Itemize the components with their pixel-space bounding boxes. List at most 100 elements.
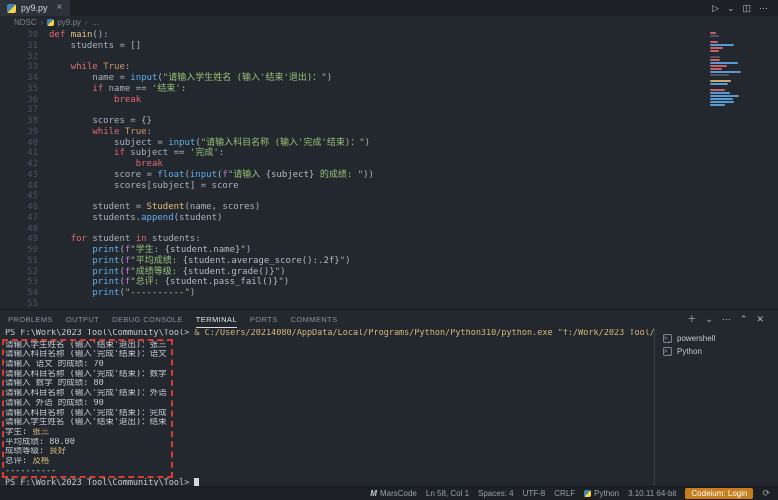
terminal-list-item-powershell[interactable]: >_powershell [663,332,778,345]
panel-more-actions-button[interactable]: ⋯ [722,315,731,324]
line-number: 40 [0,138,38,149]
code-line: print(f"总评: {student.pass_fail()}") [49,277,778,288]
code-line [49,191,778,202]
editor-more-actions-button[interactable]: ⋯ [759,4,768,13]
marscode-item[interactable]: MMarsCode [370,489,417,498]
eol-sequence[interactable]: CRLF [554,489,575,498]
minimap-line [710,68,722,70]
tab-py9[interactable]: py9.py × [0,0,70,16]
code-line: while True: [49,127,778,138]
code-line [49,105,778,116]
code-line [49,224,778,235]
panel-tab-comments[interactable]: COMMENTS [291,310,338,328]
language-mode[interactable]: Python [584,489,619,498]
terminal-profile-dropdown-icon[interactable]: ⌄ [705,315,713,324]
line-number: 55 [0,299,38,309]
minimap-line [710,47,723,49]
terminal-list: >_powershell>_Python [654,328,778,486]
code-line: def main(): [49,30,778,41]
terminal-output-line: 成绩等级: 良好 [5,447,167,457]
tab-bar: py9.py × ▷ ⌄ ◫ ⋯ [0,0,778,16]
status-bar: MMarsCode Ln 58, Col 1 Spaces: 4 UTF-8 CRLF P… [0,486,778,500]
line-number: 31 [0,41,38,52]
breadcrumb: NDSC›py9.py›… [0,16,778,28]
code-line: scores[subject] = score [49,181,778,192]
code-line: name = input("请输入学生姓名 (输入'结束'退出)：") [49,73,778,84]
breadcrumb-item-py9-py[interactable]: py9.py [47,18,81,27]
run-button[interactable]: ▷ [712,4,719,13]
minimap-line [710,98,733,100]
terminal-output-line: 学生: 张三 [5,428,167,438]
terminal-output[interactable]: PS F:\Work\2023 Tool\Community\Tool> & C… [0,328,654,486]
terminal-output-line: 请输入 语文 的成绩: 70 [5,360,167,370]
panel-tab-ports[interactable]: PORTS [250,310,278,328]
terminal-output-line: 请输入学生姓名 (输入'结束'退出)：张三 [5,341,167,351]
indentation[interactable]: Spaces: 4 [478,489,514,498]
panel-tab-output[interactable]: OUTPUT [66,310,99,328]
breadcrumb-item-ndsc[interactable]: NDSC [14,18,37,27]
code-line: subject = input("请输入科目名称 (输入'完成'结束)：") [49,138,778,149]
terminal-icon: >_ [663,347,672,356]
minimap-line [710,50,719,52]
run-dropdown-icon[interactable]: ⌄ [727,4,735,13]
python-file-icon [7,4,16,13]
panel-tab-terminal[interactable]: TERMINAL [196,310,237,328]
breadcrumb-item--[interactable]: … [92,18,100,27]
terminal-cursor [194,478,199,486]
line-number: 54 [0,288,38,299]
breadcrumb-separator: › [41,18,44,27]
minimap-line [710,104,725,106]
minimap-line [710,56,720,58]
breadcrumb-separator: › [85,18,88,27]
code-line: break [49,159,778,170]
terminal-prompt[interactable]: PS F:\Work\2023 Tool\Community\Tool> [5,478,654,486]
minimap-line [710,65,727,67]
line-number: 32 [0,52,38,63]
tab-close-icon[interactable]: × [57,3,63,13]
minimap-line [710,41,718,43]
code-content[interactable]: def main(): students = [] while True: na… [49,30,778,309]
line-number: 48 [0,224,38,235]
terminal-icon: >_ [663,334,672,343]
close-panel-button[interactable]: ✕ [756,315,764,324]
minimap-line [710,44,734,46]
code-line: scores = {} [49,116,778,127]
python-icon [584,490,591,497]
codeium-login-button[interactable]: Codeium: Login [685,488,753,499]
minimap-line [710,59,720,61]
panel-body: PS F:\Work\2023 Tool\Community\Tool> & C… [0,328,778,486]
terminal-output-line: 请输入科目名称 (输入'完成'结束)：语文 [5,350,167,360]
tab-title: py9.py [21,3,48,13]
minimap[interactable] [710,32,766,110]
code-line: if subject == '完成': [49,148,778,159]
vscode-window: py9.py × ▷⌄◫⋯ NDSC›py9.py›… 303132333435… [0,0,778,500]
sync-icon[interactable]: ⟳ [762,488,770,499]
new-terminal-button[interactable]: ＋ [687,315,696,324]
panel-tab-problems[interactable]: PROBLEMS [8,310,53,328]
line-number: 42 [0,159,38,170]
minimap-line [710,62,738,64]
panel-tab-debug-console[interactable]: DEBUG CONSOLE [112,310,183,328]
code-editor[interactable]: 3031323334353637383940414243444546474849… [0,28,778,309]
line-number: 35 [0,84,38,95]
code-line: break [49,95,778,106]
code-line [49,299,778,309]
panel-actions: ＋ ⌄ ⋯ ⌃ ✕ [687,310,764,328]
line-number: 43 [0,170,38,181]
split-editor-button[interactable]: ◫ [742,4,751,13]
line-number: 50 [0,245,38,256]
bottom-panel: PROBLEMS OUTPUT DEBUG CONSOLE TERMINAL PORTS… [0,309,778,486]
cursor-position[interactable]: Ln 58, Col 1 [426,489,469,498]
code-line: if name == '结束': [49,84,778,95]
line-number: 33 [0,62,38,73]
terminal-output-line: 请输入科目名称 (输入'完成'结束)：完成 [5,409,167,419]
panel-tabs: PROBLEMS OUTPUT DEBUG CONSOLE TERMINAL PORTS… [8,310,351,328]
python-interpreter[interactable]: 3.10.11 64-bit [628,489,676,498]
maximize-panel-button[interactable]: ⌃ [740,315,748,324]
encoding[interactable]: UTF-8 [523,489,546,498]
terminal-list-item-python[interactable]: >_Python [663,345,778,358]
code-line: print(f"平均成绩: {student.average_score():.… [49,256,778,267]
editor-actions: ▷ ⌄ ◫ ⋯ [712,0,768,16]
line-number-gutter: 3031323334353637383940414243444546474849… [0,30,38,309]
terminal-command-line: PS F:\Work\2023 Tool\Community\Tool> & C… [5,329,654,339]
